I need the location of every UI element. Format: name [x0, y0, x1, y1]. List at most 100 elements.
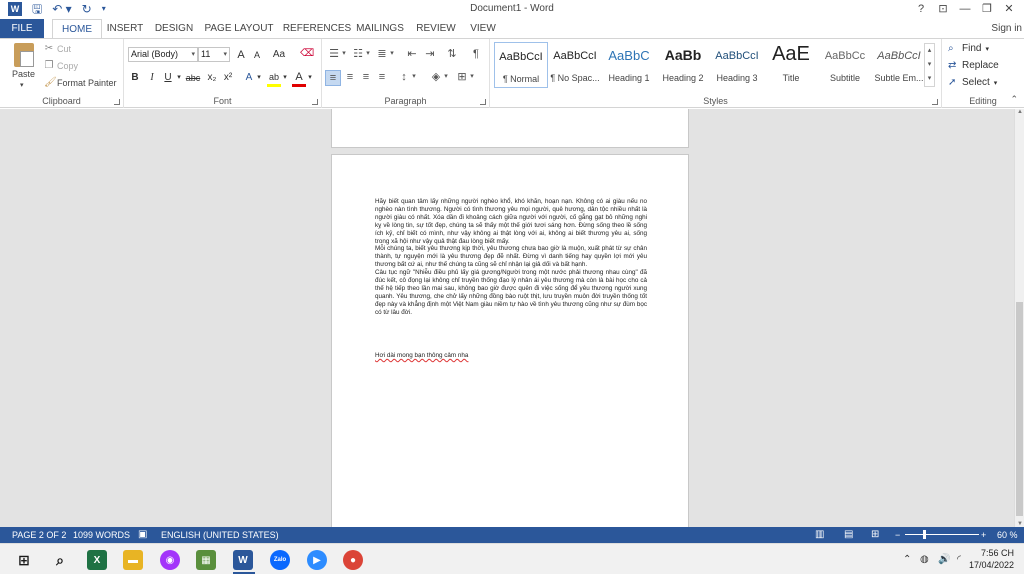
- paste-button[interactable]: Paste: [12, 69, 35, 79]
- format-painter-button[interactable]: 🖌 Format Painter: [44, 77, 117, 88]
- style-heading-1[interactable]: AaBbC Heading 1: [602, 42, 656, 88]
- shrink-font-button[interactable]: A: [250, 48, 264, 62]
- collapse-ribbon-icon[interactable]: ⌃: [1010, 94, 1018, 105]
- page-2[interactable]: Hãy biết quan tâm lấy những người nghèo …: [331, 154, 689, 527]
- help-button[interactable]: ?: [910, 1, 932, 17]
- subscript-button[interactable]: x₂: [204, 71, 220, 85]
- taskbar-photos-icon[interactable]: ▦: [196, 550, 216, 570]
- zoom-out-button[interactable]: −: [895, 527, 900, 543]
- taskbar-chrome-icon[interactable]: ●: [343, 550, 363, 570]
- replace-button[interactable]: ⇄ Replace: [948, 60, 999, 71]
- font-name-select[interactable]: Arial (Body) ▾: [128, 47, 198, 62]
- select-button[interactable]: ➚ Select ▾: [948, 77, 997, 88]
- decrease-indent-icon[interactable]: ⇤: [404, 47, 420, 61]
- bullets-dropdown-icon[interactable]: ▾: [340, 47, 348, 61]
- text-effects-button[interactable]: A: [242, 71, 256, 85]
- bold-button[interactable]: B: [128, 71, 142, 85]
- style-no-spacing[interactable]: AaBbCcI ¶ No Spac...: [548, 42, 602, 88]
- cut-button[interactable]: ✂ Cut: [44, 43, 71, 54]
- closing-line[interactable]: Hơi dài mong bạn thông cảm nha: [375, 352, 468, 359]
- proofing-icon[interactable]: ▣: [138, 527, 147, 543]
- taskbar-word-icon[interactable]: W: [233, 550, 253, 570]
- text-effects-dropdown-icon[interactable]: ▾: [255, 71, 263, 85]
- taskbar-file-explorer-icon[interactable]: ▬: [123, 550, 143, 570]
- tab-design[interactable]: DESIGN: [152, 19, 196, 38]
- find-button[interactable]: ⌕ Find ▾: [948, 43, 989, 54]
- page-1[interactable]: [331, 109, 689, 148]
- taskbar-start-icon[interactable]: ⊞: [14, 550, 34, 570]
- justify-icon[interactable]: ≡: [374, 70, 390, 84]
- volume-icon[interactable]: 🔊: [938, 544, 950, 574]
- paragraph[interactable]: Câu tục ngữ "Nhiễu điều phủ lấy giá gươn…: [375, 269, 647, 316]
- wifi-icon[interactable]: ◜: [957, 544, 961, 574]
- zoom-slider-thumb[interactable]: [922, 530, 926, 539]
- font-color-dropdown-icon[interactable]: ▾: [306, 71, 314, 85]
- tab-page-layout[interactable]: PAGE LAYOUT: [204, 19, 274, 38]
- close-button[interactable]: ✕: [998, 1, 1020, 17]
- multilevel-dropdown-icon[interactable]: ▾: [388, 47, 396, 61]
- tab-view[interactable]: VIEW: [466, 19, 500, 38]
- style-normal[interactable]: AaBbCcI ¶ Normal: [494, 42, 548, 88]
- shading-dropdown-icon[interactable]: ▾: [442, 70, 450, 84]
- taskbar-zoom-icon[interactable]: ▶: [307, 550, 327, 570]
- paste-icon[interactable]: [14, 43, 34, 67]
- tab-file[interactable]: FILE: [0, 19, 44, 38]
- tab-references[interactable]: REFERENCES: [282, 19, 352, 38]
- taskbar-search-icon[interactable]: ⌕: [50, 550, 70, 570]
- clipboard-dialog-launcher[interactable]: [114, 99, 120, 105]
- copy-button[interactable]: ❐ Copy: [44, 60, 79, 71]
- font-dialog-launcher[interactable]: [312, 99, 318, 105]
- zoom-in-button[interactable]: +: [981, 527, 986, 543]
- tab-home[interactable]: HOME: [52, 19, 102, 39]
- tab-review[interactable]: REVIEW: [414, 19, 458, 38]
- print-layout-icon[interactable]: ▤: [844, 527, 853, 543]
- restore-button[interactable]: ❐: [976, 1, 998, 17]
- document-canvas[interactable]: Hãy biết quan tâm lấy những người nghèo …: [0, 109, 1014, 527]
- document-body[interactable]: Hãy biết quan tâm lấy những người nghèo …: [375, 198, 647, 317]
- styles-dialog-launcher[interactable]: [932, 99, 938, 105]
- web-layout-icon[interactable]: ⊞: [871, 527, 879, 543]
- tab-insert[interactable]: INSERT: [104, 19, 146, 38]
- highlight-dropdown-icon[interactable]: ▾: [281, 71, 289, 85]
- paragraph-dialog-launcher[interactable]: [480, 99, 486, 105]
- align-right-icon[interactable]: ≡: [358, 70, 374, 84]
- taskbar-messenger-icon[interactable]: ◉: [160, 550, 180, 570]
- paragraph[interactable]: Mỗi chúng ta, biết yêu thương kịp thời, …: [375, 245, 647, 269]
- align-left-icon[interactable]: ≡: [325, 70, 341, 86]
- change-case-button[interactable]: Aa: [270, 48, 288, 62]
- page-indicator[interactable]: PAGE 2 OF 2: [12, 527, 66, 543]
- grow-font-button[interactable]: A: [234, 48, 248, 62]
- strikethrough-button[interactable]: abc: [184, 71, 202, 85]
- underline-button[interactable]: U: [161, 71, 175, 85]
- line-spacing-dropdown-icon[interactable]: ▾: [410, 70, 418, 84]
- word-count[interactable]: 1099 WORDS: [73, 527, 130, 543]
- vertical-scrollbar[interactable]: ▲ ▼: [1014, 109, 1024, 527]
- underline-dropdown-icon[interactable]: ▾: [175, 71, 183, 85]
- taskbar-excel-icon[interactable]: X: [87, 550, 107, 570]
- borders-dropdown-icon[interactable]: ▾: [468, 70, 476, 84]
- styles-gallery-scroll[interactable]: ▴ ▾ ▾: [924, 43, 935, 87]
- paragraph[interactable]: Hãy biết quan tâm lấy những người nghèo …: [375, 198, 647, 245]
- tab-mailings[interactable]: MAILINGS: [354, 19, 406, 38]
- font-color-button[interactable]: A: [292, 70, 306, 84]
- scroll-thumb[interactable]: [1016, 302, 1023, 516]
- clock[interactable]: 7:56 CH 17/04/2022: [969, 547, 1014, 571]
- align-center-icon[interactable]: ≡: [342, 70, 358, 84]
- language-indicator[interactable]: ENGLISH (UNITED STATES): [161, 527, 279, 543]
- paste-dropdown-icon[interactable]: ▾: [20, 81, 24, 89]
- ribbon-display-options-button[interactable]: ⊡: [932, 1, 954, 17]
- highlight-button[interactable]: ab: [266, 70, 282, 84]
- superscript-button[interactable]: x²: [220, 71, 236, 85]
- style-heading-2[interactable]: AaBb Heading 2: [656, 42, 710, 88]
- zoom-level[interactable]: 60 %: [997, 527, 1018, 543]
- numbering-dropdown-icon[interactable]: ▾: [364, 47, 372, 61]
- clear-formatting-icon[interactable]: ⌫: [300, 47, 314, 61]
- sort-icon[interactable]: ⇅: [444, 47, 460, 61]
- taskbar-zalo-icon[interactable]: Zalo: [270, 550, 290, 570]
- italic-button[interactable]: I: [145, 71, 159, 85]
- style-subtle-emphasis[interactable]: AaBbCcI Subtle Em...: [872, 42, 926, 88]
- sign-in-link[interactable]: Sign in: [991, 19, 1022, 38]
- show-marks-button[interactable]: ¶: [468, 47, 484, 61]
- zoom-slider-track[interactable]: [905, 534, 979, 535]
- scroll-up-icon[interactable]: ▲: [1015, 109, 1024, 115]
